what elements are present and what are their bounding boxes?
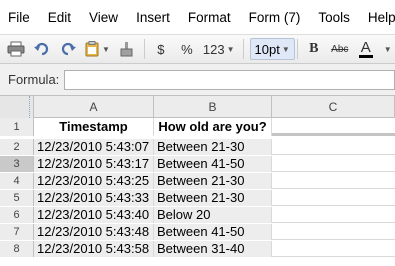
- cell[interactable]: How old are you?: [154, 118, 272, 136]
- percent-format-button[interactable]: %: [177, 38, 197, 60]
- table-row: 4 12/23/2010 5:43:25 Between 21-30: [0, 173, 395, 189]
- table-row: 1 Timestamp How old are you?: [0, 118, 395, 136]
- cell[interactable]: [272, 241, 395, 257]
- select-all-corner[interactable]: [0, 96, 34, 118]
- menu-bar: File Edit View Insert Format Form (7) To…: [0, 0, 395, 34]
- formula-bar: Formula:: [0, 64, 395, 96]
- cell[interactable]: [272, 190, 395, 206]
- column-header-b[interactable]: B: [154, 96, 272, 118]
- cell[interactable]: Below 20: [154, 207, 272, 223]
- cell[interactable]: [272, 207, 395, 223]
- formula-input[interactable]: [64, 69, 395, 90]
- cell[interactable]: [272, 139, 395, 155]
- clipboard-icon: [85, 41, 99, 57]
- menu-file[interactable]: File: [8, 10, 30, 25]
- cell[interactable]: 12/23/2010 5:43:33: [34, 190, 154, 206]
- text-color-label: A: [360, 38, 371, 56]
- cell[interactable]: Between 31-40: [154, 241, 272, 257]
- toolbar: ▼ $ % 123 ▼ 10pt ▼ B Abc A ▼: [0, 34, 395, 64]
- table-row: 3 12/23/2010 5:43:17 Between 41-50: [0, 156, 395, 172]
- menu-edit[interactable]: Edit: [48, 10, 71, 25]
- number-format-button[interactable]: 123 ▼: [203, 38, 235, 60]
- row-header[interactable]: 8: [0, 241, 34, 257]
- spreadsheet-grid: A B C 1 Timestamp How old are you? 2 12/…: [0, 96, 395, 266]
- column-header-c[interactable]: C: [272, 96, 395, 118]
- paint-format-button[interactable]: [116, 38, 136, 60]
- cell[interactable]: [272, 173, 395, 189]
- text-color-swatch: [358, 54, 373, 58]
- cell[interactable]: Between 41-50: [154, 224, 272, 240]
- cell[interactable]: 12/23/2010 5:43:40: [34, 207, 154, 223]
- text-color-button[interactable]: A: [356, 38, 376, 60]
- table-row: 8 12/23/2010 5:43:58 Between 31-40: [0, 241, 395, 257]
- row-header[interactable]: 3: [0, 156, 34, 172]
- row-header[interactable]: 6: [0, 207, 34, 223]
- formula-label: Formula:: [8, 72, 60, 87]
- menu-view[interactable]: View: [89, 10, 118, 25]
- table-row: 7 12/23/2010 5:43:48 Between 41-50: [0, 224, 395, 240]
- cell[interactable]: Between 21-30: [154, 173, 272, 189]
- menu-help[interactable]: Help: [368, 10, 395, 25]
- currency-format-button[interactable]: $: [151, 38, 171, 60]
- cell[interactable]: Between 41-50: [154, 156, 272, 172]
- redo-button[interactable]: [58, 38, 78, 60]
- menu-insert[interactable]: Insert: [136, 10, 170, 25]
- row-header[interactable]: 5: [0, 190, 34, 206]
- cell[interactable]: 12/23/2010 5:43:07: [34, 139, 154, 155]
- paste-format-button[interactable]: ▼: [84, 38, 110, 60]
- cell[interactable]: 12/23/2010 5:43:48: [34, 224, 154, 240]
- cell[interactable]: 12/23/2010 5:43:58: [34, 241, 154, 257]
- font-size-select[interactable]: 10pt ▼: [249, 38, 295, 60]
- redo-icon: [61, 42, 76, 56]
- table-row: 6 12/23/2010 5:43:40 Below 20: [0, 207, 395, 223]
- table-row: 2 12/23/2010 5:43:07 Between 21-30: [0, 139, 395, 155]
- cell[interactable]: [272, 156, 395, 172]
- menu-format[interactable]: Format: [188, 10, 231, 25]
- column-headers: A B C: [0, 96, 395, 118]
- undo-button[interactable]: [32, 38, 52, 60]
- cell[interactable]: Between 21-30: [154, 190, 272, 206]
- column-header-a[interactable]: A: [34, 96, 154, 118]
- cell[interactable]: Timestamp: [34, 118, 154, 136]
- bold-button[interactable]: B: [304, 38, 324, 60]
- number-format-label: 123: [202, 41, 225, 57]
- toolbar-divider: [242, 39, 244, 59]
- chevron-down-icon: ▼: [281, 44, 290, 54]
- printer-icon: [7, 41, 25, 57]
- row-header[interactable]: 4: [0, 173, 34, 189]
- cell[interactable]: [272, 118, 395, 136]
- cell[interactable]: Between 21-30: [154, 139, 272, 155]
- strikethrough-button[interactable]: Abc: [330, 38, 350, 60]
- row-header[interactable]: 1: [0, 118, 34, 136]
- toolbar-divider: [143, 39, 145, 59]
- menu-form[interactable]: Form (7): [249, 10, 301, 25]
- cell[interactable]: 12/23/2010 5:43:25: [34, 173, 154, 189]
- chevron-down-icon[interactable]: ▼: [384, 45, 392, 54]
- row-header[interactable]: 2: [0, 139, 34, 155]
- font-size-value: 10pt: [254, 41, 280, 57]
- table-row: 5 12/23/2010 5:43:33 Between 21-30: [0, 190, 395, 206]
- toolbar-divider: [296, 39, 298, 59]
- chevron-down-icon: ▼: [102, 44, 110, 54]
- cell[interactable]: [272, 224, 395, 240]
- menu-tools[interactable]: Tools: [318, 10, 350, 25]
- row-header[interactable]: 7: [0, 224, 34, 240]
- paintbrush-icon: [120, 42, 133, 57]
- chevron-down-icon: ▼: [226, 44, 235, 54]
- cell[interactable]: 12/23/2010 5:43:17: [34, 156, 154, 172]
- undo-icon: [34, 42, 49, 56]
- print-button[interactable]: [6, 38, 26, 60]
